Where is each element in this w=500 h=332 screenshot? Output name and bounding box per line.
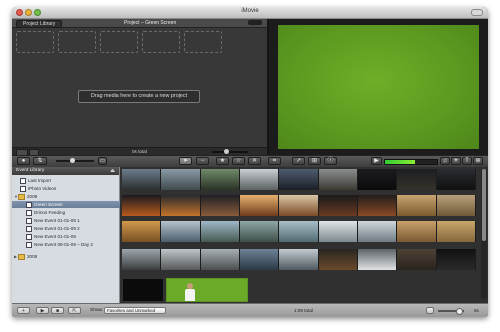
event-icon bbox=[26, 225, 32, 232]
eject-icon[interactable]: ⏏ bbox=[110, 167, 115, 175]
event-icon bbox=[26, 209, 32, 216]
thumbnail-size-slider[interactable] bbox=[56, 160, 94, 162]
project-zoom-slider-thumb[interactable] bbox=[224, 149, 229, 154]
split-view-button[interactable]: ⇱ bbox=[68, 307, 81, 314]
event-zoom-value: 5s bbox=[474, 308, 479, 313]
event-icon bbox=[26, 217, 32, 224]
show-filter-label: Show: bbox=[90, 308, 104, 313]
thumbnail-size-thumb[interactable] bbox=[70, 158, 75, 163]
library-item-drinos-feeding[interactable]: Drinos Feeding bbox=[12, 209, 133, 216]
crop-frame-button[interactable]: ⊞ bbox=[308, 157, 321, 165]
library-item-new-event-2[interactable]: New Event 01-01-09 2 bbox=[12, 225, 133, 232]
toolbar-toggle-button[interactable] bbox=[471, 9, 483, 16]
event-browser bbox=[120, 167, 488, 303]
clip-filmstrip[interactable] bbox=[122, 169, 476, 190]
folder-icon bbox=[18, 193, 25, 200]
favorite-star-button[interactable]: ★ bbox=[216, 157, 229, 165]
library-item-new-event-1[interactable]: New Event 01-01-09 1 bbox=[12, 217, 133, 224]
photos-browser-button[interactable]: ☀ bbox=[451, 157, 461, 165]
green-screen-preview bbox=[278, 25, 479, 149]
library-item-green-screen[interactable]: Green Screen bbox=[12, 201, 133, 208]
audio-skim-button[interactable]: ▶ bbox=[371, 157, 382, 165]
project-zoom-slider[interactable] bbox=[212, 151, 248, 153]
event-library: Event Library ⏏ Last Import iPhoto Video… bbox=[12, 167, 133, 303]
crop-tool-button[interactable]: − bbox=[196, 157, 209, 165]
iphoto-icon bbox=[20, 185, 26, 192]
empty-clip-slot bbox=[184, 31, 222, 53]
clip-filmstrip[interactable] bbox=[122, 221, 476, 242]
project-title: Project – Green Screen bbox=[124, 20, 177, 26]
empty-clip-slot bbox=[16, 31, 54, 53]
event-icon bbox=[26, 233, 32, 240]
presenter-figure bbox=[185, 283, 195, 301]
viewer bbox=[269, 19, 488, 155]
play-event-button[interactable]: ▶ bbox=[36, 307, 49, 314]
drag-media-message: Drag media here to create a new project bbox=[78, 90, 200, 103]
library-item-new-event-day2[interactable]: New Event 09-01-09 – Day 2 bbox=[12, 241, 133, 248]
title-bar: iMovie bbox=[12, 7, 488, 19]
project-drop-area[interactable]: Drag media here to create a new project bbox=[12, 28, 267, 147]
thumbnail-small-icon[interactable] bbox=[426, 307, 434, 314]
swap-events-projects-button[interactable]: ⇅ bbox=[33, 157, 47, 165]
library-item-iphoto-videos[interactable]: iPhoto Videos bbox=[12, 185, 127, 192]
clip-filmstrip[interactable] bbox=[122, 195, 476, 216]
green-screen-clip[interactable] bbox=[166, 278, 248, 302]
clip-filmstrip[interactable] bbox=[122, 249, 476, 270]
camera-import-button[interactable]: ● bbox=[17, 157, 30, 165]
event-icon bbox=[26, 241, 32, 248]
event-library-title: Event Library bbox=[16, 168, 45, 173]
transitions-browser-button[interactable]: ⊕ bbox=[473, 157, 483, 165]
play-fullscreen-button[interactable]: ■ bbox=[51, 307, 64, 314]
arrow-tool-button[interactable]: ➤ bbox=[179, 157, 192, 165]
folder-icon bbox=[18, 253, 25, 260]
event-zoom-thumb[interactable] bbox=[456, 308, 463, 315]
titles-browser-button[interactable]: T bbox=[462, 157, 472, 165]
event-total: 1:09 total bbox=[294, 308, 313, 313]
window-title: iMovie bbox=[241, 8, 259, 14]
bottom-bar: + ▶ ■ ⇱ Show: Favorites and Unmarked 1:0… bbox=[12, 303, 488, 317]
event-browser-scroll-thumb[interactable] bbox=[482, 169, 486, 241]
empty-clip-slot bbox=[142, 31, 180, 53]
library-item-2008[interactable]: ▶ 2008 bbox=[12, 253, 121, 260]
full-frame-icon[interactable]: ▭ bbox=[98, 157, 107, 165]
show-filter-select[interactable]: Favorites and Unmarked bbox=[104, 307, 166, 314]
event-icon bbox=[26, 201, 32, 208]
info-button[interactable]: ⓘ bbox=[324, 157, 337, 165]
clock-icon bbox=[20, 177, 26, 184]
music-browser-button[interactable]: ♫ bbox=[440, 157, 450, 165]
project-library-button[interactable]: Project Library bbox=[16, 20, 63, 28]
keyword-key-button[interactable]: ⌗ bbox=[268, 157, 281, 165]
reject-button[interactable]: ✕ bbox=[248, 157, 261, 165]
library-item-last-import[interactable]: Last Import bbox=[12, 177, 127, 184]
audio-level-meter bbox=[384, 159, 438, 165]
library-item-new-event-3[interactable]: New Event 01-01-09 bbox=[12, 233, 133, 240]
unmark-star-button[interactable]: ☆ bbox=[232, 157, 245, 165]
voiceover-button[interactable]: ↗ bbox=[292, 157, 305, 165]
project-options-button[interactable] bbox=[248, 20, 262, 25]
empty-clip-slot bbox=[100, 31, 138, 53]
event-library-header: Event Library ⏏ bbox=[12, 167, 119, 175]
clip-thumbnail[interactable] bbox=[122, 278, 164, 302]
empty-clip-slot bbox=[58, 31, 96, 53]
library-item-2009[interactable]: ▼ 2009 bbox=[12, 193, 121, 200]
imovie-window: iMovie Project Library Project – Green S… bbox=[12, 7, 488, 317]
project-header: Project Library Project – Green Screen bbox=[12, 19, 267, 28]
add-event-button[interactable]: + bbox=[17, 307, 30, 314]
